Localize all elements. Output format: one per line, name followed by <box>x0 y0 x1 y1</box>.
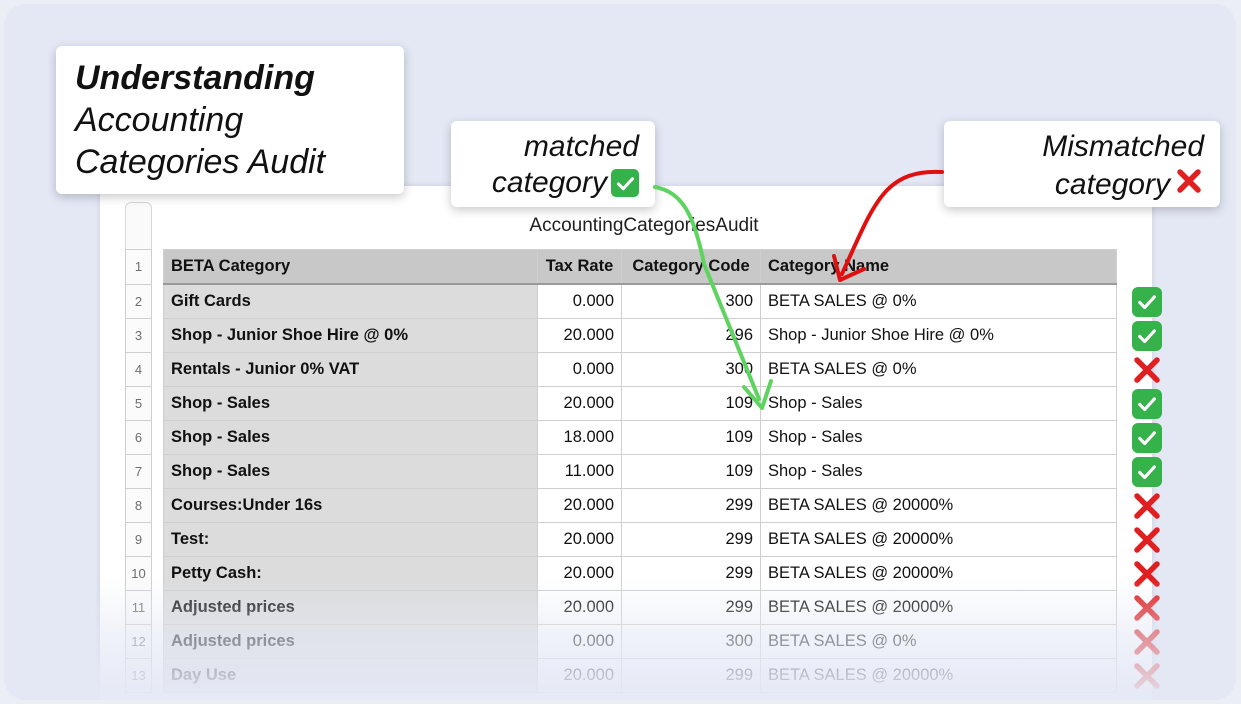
matched-arrow <box>653 185 761 401</box>
canvas-frame: AccountingCategoriesAudit 1 BETA Category… <box>4 4 1236 700</box>
annotation-arrows <box>653 169 944 410</box>
mismatched-arrow <box>840 169 944 276</box>
